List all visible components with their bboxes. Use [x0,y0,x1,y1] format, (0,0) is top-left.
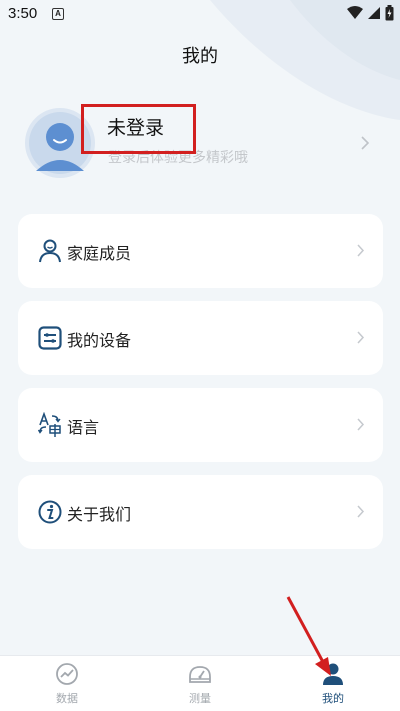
user-icon [323,663,343,685]
info-icon [38,500,62,524]
wifi-icon [347,6,363,19]
language-icon [38,412,61,437]
family-member-icon [39,239,61,263]
menu-item-about-us[interactable]: 关于我们 [18,475,383,549]
nav-tab-measure[interactable]: 测量 [160,662,240,706]
menu-item-language[interactable]: 语言 [18,388,383,462]
chevron-right-icon [357,244,365,257]
status-icons [347,5,394,21]
menu-item-label: 关于我们 [67,505,132,524]
nav-tab-mine[interactable]: 我的 [293,662,373,706]
status-time: 3:50 [8,5,38,22]
profile-login-row[interactable]: 未登录 登录后体验更多精彩哦 [0,95,400,195]
chevron-right-icon [357,331,365,344]
menu-item-label: 语言 [67,418,100,437]
menu-item-my-devices[interactable]: 我的设备 [18,301,383,375]
gauge-icon [189,666,211,683]
chevron-right-icon [361,136,370,150]
chart-icon [56,663,78,685]
menu-item-label: 家庭成员 [67,244,132,263]
nav-label: 我的 [322,692,344,705]
page-title: 我的 [182,46,218,67]
menu-item-label: 我的设备 [67,331,132,350]
nav-label: 测量 [189,692,211,705]
device-icon [38,326,62,350]
nav-tab-data[interactable]: 数据 [27,662,107,706]
battery-icon [385,5,394,21]
signal-icon [368,7,380,19]
menu-item-family-members[interactable]: 家庭成员 [18,214,383,288]
annotation-highlight-box [81,104,196,154]
chevron-right-icon [357,418,365,431]
notification-icon: A [52,8,64,20]
bottom-navigation: 数据 测量 我的 [0,655,400,711]
nav-label: 数据 [56,692,78,705]
chevron-right-icon [357,505,365,518]
status-bar: 3:50 A [0,0,400,28]
